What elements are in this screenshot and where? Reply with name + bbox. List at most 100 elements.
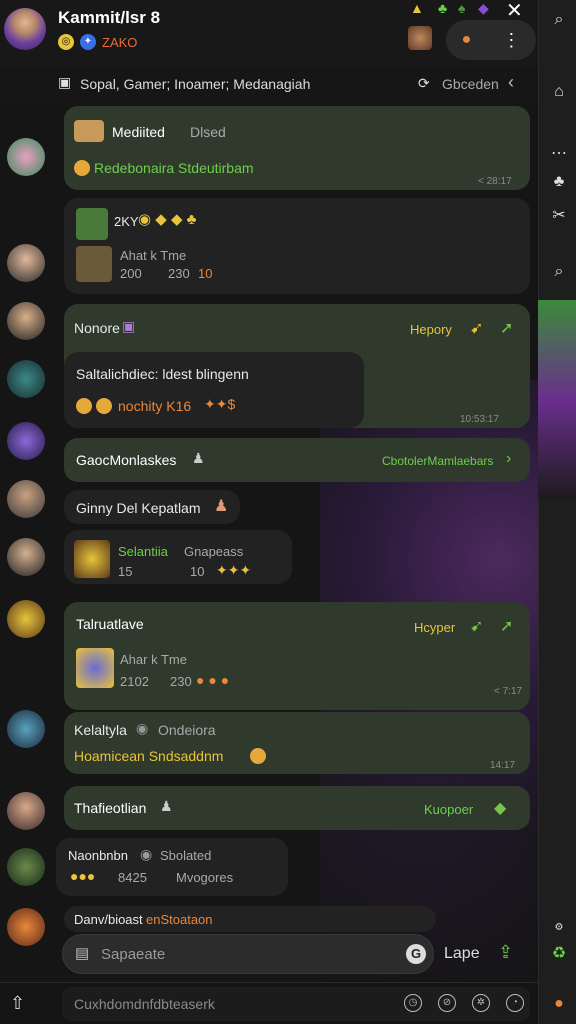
dots-icon[interactable]: ⋯ — [549, 144, 569, 164]
hyper-link[interactable]: Hepory — [410, 322, 452, 337]
message-bubble[interactable]: Thafieotlian ♟ Kuopoer ◆ — [64, 786, 530, 830]
chat-subtitle-text: ZAKO — [102, 34, 138, 50]
chat-title: Kammit/lsr 8 — [58, 8, 161, 27]
message-title: Ginny Del Kepatlam — [76, 500, 201, 516]
emoji-icon — [96, 398, 112, 414]
badge-icon: ✦ — [80, 34, 96, 50]
tools-icon[interactable]: ✂ — [549, 206, 569, 226]
topic-bar: ▣ Sopal, Gamer; Inoamer; Medanagiah ⟳ Gb… — [0, 66, 538, 102]
message-meta: Dlsed — [190, 124, 226, 140]
avatar[interactable] — [7, 480, 45, 518]
avatar[interactable] — [7, 138, 45, 176]
message-bubble[interactable]: Naonbnbn ◉ Sbolated ●●● 8425 Mvogores — [56, 838, 288, 896]
home-icon[interactable]: ⌂ — [549, 82, 569, 102]
timestamp: < 28:17 — [478, 176, 512, 187]
message-bubble[interactable]: GaocMonlaskes ♟ CbotolerMamlaebars › — [64, 438, 530, 482]
avatar[interactable] — [7, 244, 45, 282]
avatar[interactable] — [7, 908, 45, 946]
recycle-icon[interactable]: ♻ — [549, 944, 569, 964]
search-icon[interactable]: ⌕ — [549, 10, 569, 30]
avatar[interactable] — [7, 360, 45, 398]
avatar[interactable] — [7, 600, 45, 638]
message-bubble[interactable]: Talruatlave Hcyper ➹ ➚ Ahar k Tme 2102 2… — [64, 602, 530, 710]
timestamp: 14:17 — [490, 760, 516, 771]
stat-value: 200 — [120, 266, 142, 281]
more-vertical-icon[interactable]: ⋮ — [502, 30, 520, 51]
message-text: Hoamicean Sndsaddnm — [74, 748, 224, 764]
message-text: nochity K16 — [118, 398, 192, 414]
search-small-icon[interactable]: ⌕ — [549, 262, 569, 282]
coin-icon: ◎ — [58, 34, 74, 50]
bottom-bar: ⇧ Cuxhdomdnfdbteaserk ◷ ⊘ ✲ ◔ — [0, 982, 538, 1024]
emoji-icon: ● ● ● — [196, 672, 230, 688]
avatar[interactable] — [7, 848, 45, 886]
message-title: Saltalichdiec: ldest blingenn — [76, 366, 249, 382]
timer-icon[interactable]: ◔ — [506, 994, 524, 1012]
message-title: Mediited — [112, 124, 165, 140]
bag-icon: ♟ — [160, 798, 173, 814]
topic-label: Sopal, Gamer; Inoamer; Medanagiah — [80, 76, 311, 92]
message-meta: Gnapeass — [184, 544, 244, 559]
stat-value: 10 — [198, 266, 213, 281]
message-bubble[interactable]: 2KY ◉ ◆ ◆ ♣ Ahat k Tme 200 230 10 — [64, 198, 530, 294]
coin-icon: ◉ ◆ ◆ ♣ — [138, 211, 197, 228]
game-icon: ▣ — [122, 318, 136, 334]
gif-button[interactable]: G — [406, 944, 426, 964]
message-bubble[interactable]: Mediited Dlsed Redebonaira Stdeutirbam <… — [64, 106, 530, 190]
clover-icon: ♣ — [438, 0, 448, 16]
share-icon[interactable]: ➚ — [500, 616, 513, 636]
settings-icon[interactable]: ⚙ — [549, 918, 569, 938]
attachment-icon[interactable]: ▤ — [75, 944, 89, 962]
clock-icon[interactable]: ◷ — [404, 994, 422, 1012]
avatar[interactable] — [7, 422, 45, 460]
topic-right-label[interactable]: Gbceden — [442, 76, 499, 92]
share-icon[interactable]: ➚ — [500, 318, 513, 338]
message-subtitle: Ahat k Tme — [120, 248, 187, 263]
profile-icon[interactable]: ● — [549, 994, 569, 1014]
group-avatar[interactable] — [4, 8, 46, 50]
chat-header: Kammit/lsr 8 ◎ ✦ ZAKO ▲ ♣ ♠ ◆ ✕ ● ⋮ — [0, 0, 538, 66]
message-input[interactable]: ▤ Sapaeate — [62, 934, 434, 974]
emoji-icon: ●●● — [70, 868, 96, 884]
message-title: Danv/bioast — [74, 912, 143, 927]
message-bubble[interactable]: Kelaltyla ◉ Ondeiora Hoamicean Sndsaddnm… — [64, 686, 530, 774]
controller-icon[interactable]: ✲ — [472, 994, 490, 1012]
compass-icon[interactable]: ⊘ — [438, 994, 456, 1012]
timestamp: 10:53:17 — [460, 414, 499, 425]
message-right-text[interactable]: CbotolerMamlaebars — [382, 454, 493, 468]
stat-value: 15 — [118, 564, 133, 579]
message-meta: enStoataon — [146, 912, 213, 927]
game-thumbnail — [76, 208, 108, 240]
avatar[interactable] — [7, 792, 45, 830]
gem-icon: ◆ — [478, 0, 489, 16]
message-bubble[interactable]: Danv/bioast enStoataon — [64, 906, 436, 932]
message-bubble[interactable]: Selantiia Gnapeass 15 10 ✦✦✦ — [64, 530, 292, 584]
avatar[interactable] — [7, 538, 45, 576]
gem-icon: ✦✦$ — [204, 396, 236, 412]
game-thumbnail — [74, 540, 110, 578]
stat-value: 2102 — [120, 674, 149, 689]
chat-bubble-icon: ▣ — [58, 74, 72, 90]
message-title: Kelaltyla — [74, 722, 127, 738]
game-thumbnail[interactable] — [408, 26, 432, 50]
chevron-right-icon[interactable]: › — [506, 450, 511, 468]
chevron-left-icon[interactable]: ‹ — [508, 72, 514, 93]
hyper-link[interactable]: Hcyper — [414, 620, 455, 635]
send-icon[interactable]: ⇪ — [498, 942, 513, 963]
message-input-placeholder: Sapaeate — [101, 946, 166, 963]
message-title: Talruatlave — [76, 616, 144, 632]
message-bubble[interactable]: Saltalichdiec: ldest blingenn nochity K1… — [64, 352, 364, 428]
bag-icon: ♟ — [192, 450, 205, 466]
avatar[interactable] — [7, 710, 45, 748]
emoji-icon — [74, 160, 90, 176]
bottom-actions: ◷ ⊘ ✲ ◔ — [404, 994, 524, 1012]
notification-icon[interactable]: ● — [462, 31, 472, 49]
avatar[interactable] — [7, 302, 45, 340]
flag-icon[interactable]: ◆ — [494, 798, 506, 818]
game-thumbnail — [76, 648, 114, 688]
share-icon[interactable]: ⇧ — [10, 993, 25, 1014]
leaf-icon[interactable]: ♣ — [549, 172, 569, 192]
game-thumbnail — [76, 246, 112, 282]
send-label[interactable]: Lape — [444, 945, 480, 963]
message-right-text[interactable]: Kuopoer — [424, 802, 473, 817]
